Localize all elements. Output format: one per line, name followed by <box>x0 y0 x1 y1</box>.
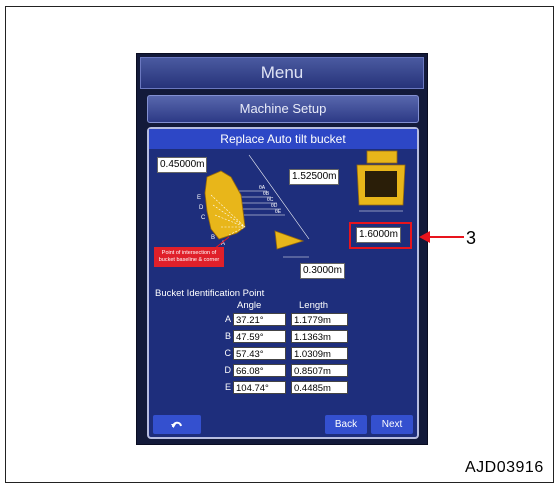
bucket-side-shape <box>204 170 246 240</box>
angle-column-header: Angle <box>237 300 262 311</box>
next-button[interactable]: Next <box>371 415 413 434</box>
row-letter: E <box>224 382 231 392</box>
length-cell[interactable]: 1.0309m <box>291 347 348 360</box>
angle-cell[interactable]: 66.08° <box>233 364 286 377</box>
replace-bucket-panel: Replace Auto tilt bucket θA θB θC θD θE … <box>147 127 419 439</box>
top-left-dimension-value[interactable]: 0.45000m <box>157 157 208 173</box>
length-cell[interactable]: 1.1779m <box>291 313 348 326</box>
diagram-letter-c: C <box>201 215 206 221</box>
row-letter: A <box>224 314 231 324</box>
angle-cell[interactable]: 57.43° <box>233 347 286 360</box>
row-letter: C <box>224 348 232 358</box>
diagram-letter-d: D <box>199 205 204 211</box>
row-letter: B <box>224 331 231 341</box>
identification-section-title: Bucket Identification Point <box>155 288 265 299</box>
menu-title-bar: Menu <box>140 57 424 89</box>
row-letter: D <box>224 365 232 375</box>
bucket-front-view <box>356 150 406 212</box>
panel-title: Replace Auto tilt bucket <box>149 129 417 149</box>
monitor-screen: Menu Machine Setup Replace Auto tilt buc… <box>136 53 428 445</box>
intersection-note: Point of intersection of bucket baseline… <box>154 247 224 267</box>
diagram-letter-e: E <box>197 195 201 201</box>
machine-setup-button[interactable]: Machine Setup <box>147 95 419 123</box>
length-cell[interactable]: 1.1363m <box>291 330 348 343</box>
top-right-dimension-value[interactable]: 1.52500m <box>289 169 340 185</box>
angle-cell[interactable]: 37.21° <box>233 313 286 326</box>
angle-cell[interactable]: 104.74° <box>233 381 286 394</box>
bottom-dimension-value[interactable]: 0.3000m <box>300 263 345 279</box>
diagram-letter-b: B <box>211 235 215 241</box>
figure-code-label: AJD03916 <box>465 459 544 476</box>
callout-number: 3 <box>466 228 477 248</box>
length-column-header: Length <box>299 300 329 311</box>
length-cell[interactable]: 0.4485m <box>291 381 348 394</box>
callout-arrow <box>419 231 464 243</box>
theta-e-label: θE <box>275 209 282 215</box>
return-button[interactable] <box>153 415 201 434</box>
back-button[interactable]: Back <box>325 415 367 434</box>
bucket-cutting-edge-shape <box>274 230 305 250</box>
angle-cell[interactable]: 47.59° <box>233 330 286 343</box>
length-cell[interactable]: 0.8507m <box>291 364 348 377</box>
bucket-width-highlight <box>349 222 412 249</box>
return-arrow-icon <box>171 421 182 428</box>
